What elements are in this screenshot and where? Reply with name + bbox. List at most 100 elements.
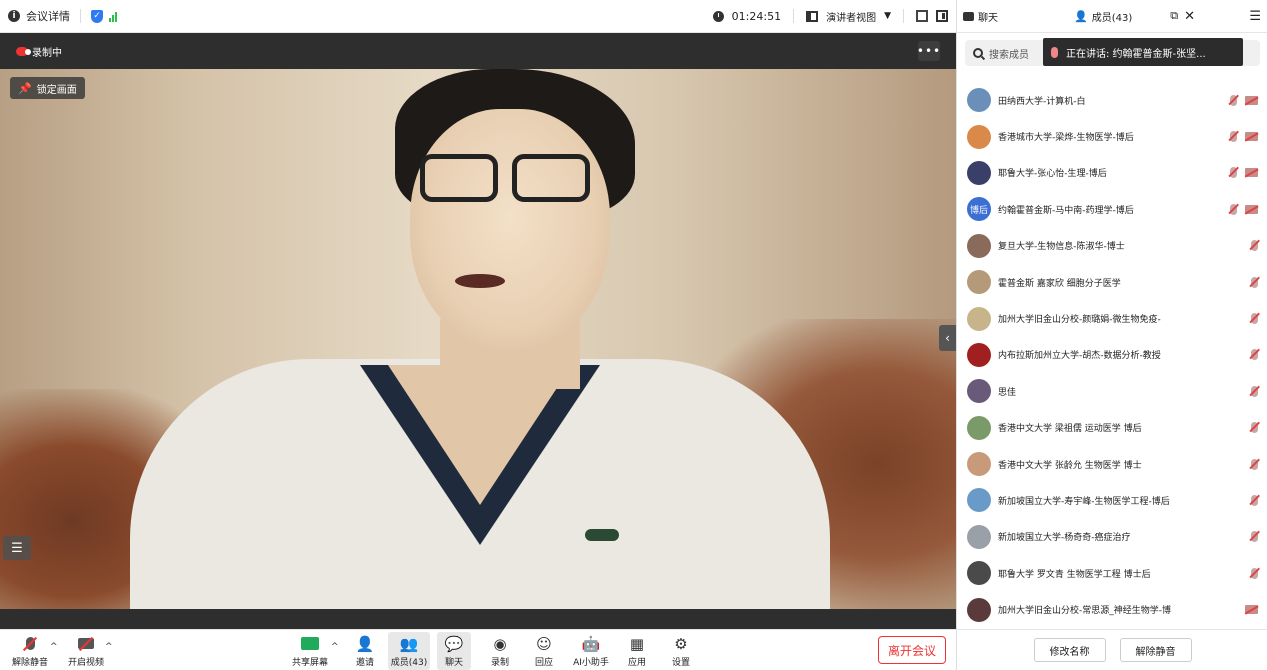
lock-view-button[interactable]: 📌 锁定画面: [10, 77, 85, 99]
ai-assistant-button[interactable]: 🤖 AI小助手: [570, 632, 612, 670]
member-status-icons: [1251, 240, 1258, 252]
speaker-view-icon[interactable]: [806, 10, 819, 22]
member-row[interactable]: 香港城市大学-梁烨-生物医学-博后: [957, 118, 1267, 154]
divider: [903, 9, 904, 23]
avatar: [967, 488, 991, 513]
mic-muted-icon: [1251, 567, 1258, 579]
chevron-down-icon[interactable]: ▼: [884, 11, 891, 21]
avatar: [967, 561, 991, 586]
member-row[interactable]: 香港中文大学 梁祖儒 运动医学 博后: [957, 410, 1267, 446]
apps-icon: ▦: [629, 634, 645, 653]
members-icon: 👤: [1074, 9, 1088, 23]
member-name: 内布拉斯加州立大学-胡杰-数据分析-教授: [998, 351, 1161, 362]
unmute-button[interactable]: 解除静音: [10, 632, 50, 670]
meeting-info-label[interactable]: 会议详情: [26, 8, 70, 24]
chevron-up-icon[interactable]: ^: [50, 642, 58, 652]
list-icon[interactable]: ☰: [3, 536, 31, 560]
mic-muted-icon: [1251, 276, 1258, 288]
speaking-indicator: 正在讲话: 约翰霍普金斯-张坚...: [1043, 38, 1243, 66]
invite-button[interactable]: 👤 邀请: [348, 632, 382, 670]
member-status-icons: [1251, 422, 1258, 434]
member-name: 加州大学旧金山分校-颜璐娟-微生物免疫-: [998, 315, 1161, 326]
menu-icon[interactable]: ☰: [1249, 9, 1261, 24]
speaker-face: [410, 109, 610, 349]
chat-button[interactable]: 💬 聊天: [437, 632, 471, 670]
member-row[interactable]: 复旦大学-生物信息-陈淑华-博士: [957, 228, 1267, 264]
record-icon: ◉: [493, 634, 507, 653]
speaker-glasses: [420, 154, 600, 204]
tab-members[interactable]: 👤 成员(43): [1074, 9, 1132, 24]
apps-button[interactable]: ▦ 应用: [620, 632, 654, 670]
member-row[interactable]: 新加坡国立大学-寿宇峰-生物医学工程-博后: [957, 482, 1267, 518]
member-status-icons: [1251, 458, 1258, 470]
member-row[interactable]: 内布拉斯加州立大学-胡杰-数据分析-教授: [957, 337, 1267, 373]
more-button[interactable]: •••: [917, 41, 940, 61]
sweater-logo: [585, 529, 619, 541]
members-button[interactable]: 👥 成员(43): [388, 632, 430, 670]
member-row[interactable]: 思佳: [957, 373, 1267, 409]
member-status-icons: [1230, 167, 1258, 179]
member-row[interactable]: 加州大学旧金山分校-常思源_神经生物学-博: [957, 591, 1267, 627]
member-row[interactable]: 田纳西大学-计算机-白: [957, 82, 1267, 118]
member-row[interactable]: 香港中文大学 张龄允 生物医学 博士: [957, 446, 1267, 482]
member-name: 复旦大学-生物信息-陈淑华-博士: [998, 242, 1125, 253]
member-row[interactable]: 博后 约翰霍普金斯-马中南-药理学-博后: [957, 191, 1267, 227]
mic-muted-icon: [1230, 131, 1237, 143]
start-video-button[interactable]: 开启视频: [64, 632, 108, 670]
member-name: 耶鲁大学-张心怡-生理-博后: [998, 169, 1107, 180]
member-name: 香港中文大学 张龄允 生物医学 博士: [998, 460, 1142, 471]
share-screen-button[interactable]: 共享屏幕: [290, 632, 330, 670]
member-status-icons: [1245, 605, 1258, 615]
member-status-icons: [1251, 313, 1258, 325]
rename-button[interactable]: 修改名称: [1033, 638, 1106, 662]
info-icon: i: [8, 10, 20, 22]
camera-off-icon: [76, 635, 96, 653]
mic-muted-icon: [1230, 167, 1237, 179]
react-button[interactable]: ☺ 回应: [527, 632, 561, 670]
chevron-up-icon[interactable]: ^: [331, 642, 339, 652]
settings-button[interactable]: ⚙ 设置: [664, 632, 698, 670]
view-mode-label[interactable]: 演讲者视图: [826, 9, 876, 24]
camera-off-icon: [1245, 95, 1258, 105]
record-button[interactable]: ◉ 录制: [483, 632, 517, 670]
unmute-all-button[interactable]: 解除静音: [1119, 638, 1192, 662]
chevron-up-icon[interactable]: ^: [105, 642, 113, 652]
avatar: [967, 524, 991, 549]
meeting-info-group[interactable]: i 会议详情 ✓: [8, 8, 117, 24]
mic-muted-icon: [1251, 240, 1258, 252]
clock-icon: [712, 10, 724, 22]
collapse-panel-icon[interactable]: ‹: [939, 325, 956, 351]
leave-meeting-button[interactable]: 离开会议: [878, 636, 946, 664]
member-row[interactable]: 新加坡国立大学-杨奇奇-癌症治疗: [957, 519, 1267, 555]
speaker-video[interactable]: [0, 69, 956, 609]
member-status-icons: [1230, 203, 1258, 215]
avatar: [967, 415, 991, 440]
meeting-toolbar: 解除静音 ^ 开启视频 ^ 共享屏幕 ^ 👤 邀请 👥 成员(43) 💬 聊天 …: [0, 629, 956, 670]
mic-muted-icon: [20, 635, 40, 653]
camera-off-icon: [1245, 204, 1258, 214]
chat-icon: [963, 11, 974, 21]
shield-icon[interactable]: ✓: [91, 9, 103, 23]
signal-icon[interactable]: [109, 11, 117, 22]
invite-icon: 👤: [355, 634, 375, 653]
member-row[interactable]: 耶鲁大学 罗文青 生物医学工程 博士后: [957, 555, 1267, 591]
fullscreen-icon[interactable]: [916, 10, 928, 22]
member-name: 加州大学旧金山分校-常思源_神经生物学-博: [998, 606, 1171, 617]
pop-out-icon[interactable]: ⧉: [1170, 9, 1178, 23]
speaker-mouth: [455, 274, 505, 288]
panel-tabs: 聊天 👤 成员(43) ⧉ ✕ ☰: [957, 0, 1267, 33]
member-status-icons: [1251, 349, 1258, 361]
member-row[interactable]: 加州大学旧金山分校-颜璐娟-微生物免疫-: [957, 300, 1267, 336]
meeting-window: i 会议详情 ✓ 01:24:51 演讲者视图 ▼ 录制中 ••• 📌 锁定画面…: [0, 0, 1267, 670]
member-row[interactable]: 耶鲁大学-张心怡-生理-博后: [957, 155, 1267, 191]
mic-muted-icon: [1230, 94, 1237, 106]
video-bottom-strip: [0, 609, 956, 629]
side-panel-icon[interactable]: [936, 10, 948, 22]
panel-footer: 修改名称 解除静音: [957, 629, 1267, 670]
member-row[interactable]: 霍普金斯 嘉家欣 细胞分子医学: [957, 264, 1267, 300]
avatar: [967, 270, 991, 295]
close-icon[interactable]: ✕: [1184, 9, 1195, 24]
camera-off-icon: [1245, 132, 1258, 142]
tab-chat[interactable]: 聊天: [963, 9, 998, 24]
avatar: [967, 88, 991, 113]
